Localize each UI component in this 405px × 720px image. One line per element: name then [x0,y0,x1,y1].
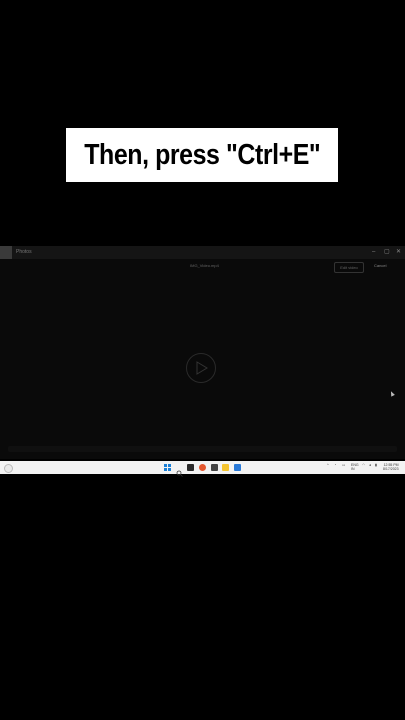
network-icon[interactable]: ◔ [334,463,336,467]
cancel-button[interactable]: Cancel [374,263,386,268]
caption-text: Then, press "Ctrl+E" [83,138,321,171]
title-bar: Photos – ▢ ✕ [0,246,405,259]
battery-icon[interactable]: ▭ [342,463,345,467]
taskbar: ^ ◔ ▭ ENG IN ◠ ◂ ▮ 12:55 PM 8/17/2023 [0,461,405,477]
tray-chevron-icon[interactable]: ^ [327,463,329,467]
edit-video-button[interactable]: Edit video [334,262,364,273]
app-icon-dark[interactable] [211,464,218,471]
photos-window: Photos – ▢ ✕ IMG_Video.mp4 Edit video Ca… [0,246,405,459]
app-icon [0,246,12,259]
weather-icon[interactable] [4,464,13,473]
caption-banner: Then, press "Ctrl+E" [66,128,338,182]
clock-date: 8/17/2023 [383,467,399,471]
play-icon [196,361,208,375]
mouse-cursor-icon [389,390,395,397]
start-icon[interactable] [164,464,171,471]
wifi-icon[interactable]: ◠ [362,463,365,467]
file-explorer-icon[interactable] [222,464,229,471]
chrome-icon[interactable] [199,464,206,471]
maximize-button[interactable]: ▢ [384,247,390,257]
language-indicator[interactable]: ENG IN [351,463,361,471]
minimize-button[interactable]: – [372,247,375,257]
close-button[interactable]: ✕ [396,247,401,257]
volume-icon[interactable]: ◂ [369,463,371,467]
timeline-bar[interactable] [8,446,397,452]
play-button[interactable] [186,353,216,383]
battery-tray-icon[interactable]: ▮ [375,463,377,467]
taskbar-clock[interactable]: 12:55 PM 8/17/2023 [383,463,399,471]
photos-taskbar-icon[interactable] [234,464,241,471]
window-title: Photos [16,249,32,255]
task-view-icon[interactable] [187,464,194,471]
file-name: IMG_Video.mp4 [190,263,219,268]
search-icon[interactable] [176,464,183,477]
